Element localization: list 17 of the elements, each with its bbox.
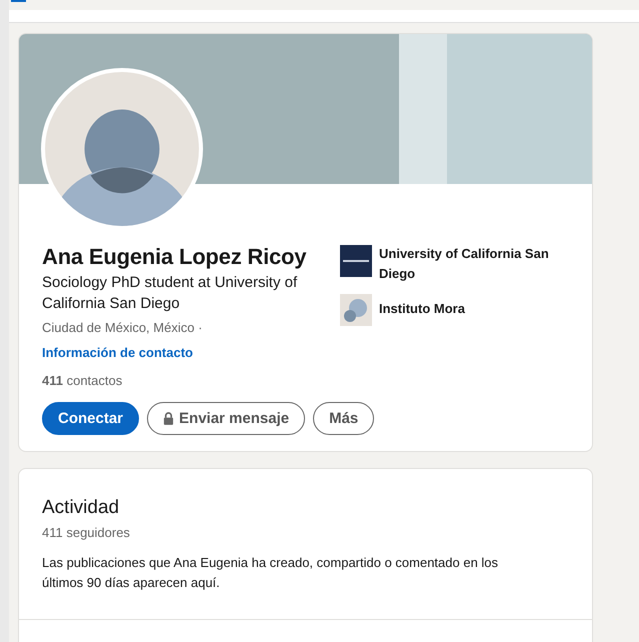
university-logo-icon — [340, 245, 372, 277]
connections-count: 411 contactos — [42, 373, 124, 388]
activity-description: Las publicaciones que Ana Eugenia ha creado, compartido o comentado en los últimos 90 días aparecen aquí. — [42, 554, 500, 592]
circles-logo-icon — [340, 294, 372, 326]
profile-location: Ciudad de México, México · — [42, 320, 204, 335]
contact-info-link[interactable]: Información de contacto — [42, 345, 314, 360]
followers-count: 411 seguidores — [42, 525, 131, 540]
profile-name: Ana Eugenia Lopez Ricoy — [42, 244, 308, 270]
profile-headline: Sociology PhD student at University of California San Diego — [42, 273, 298, 314]
more-button[interactable]: Más — [313, 402, 374, 435]
organization-name[interactable]: University of California San Diego — [379, 244, 564, 284]
lock-icon — [163, 412, 174, 425]
message-button[interactable]: Enviar mensaje — [147, 402, 306, 435]
connect-button[interactable]: Conectar — [42, 402, 140, 435]
organization-name[interactable]: Instituto Mora — [379, 299, 564, 319]
section-title: Actividad — [42, 497, 120, 519]
tab-indicator — [11, 0, 26, 2]
